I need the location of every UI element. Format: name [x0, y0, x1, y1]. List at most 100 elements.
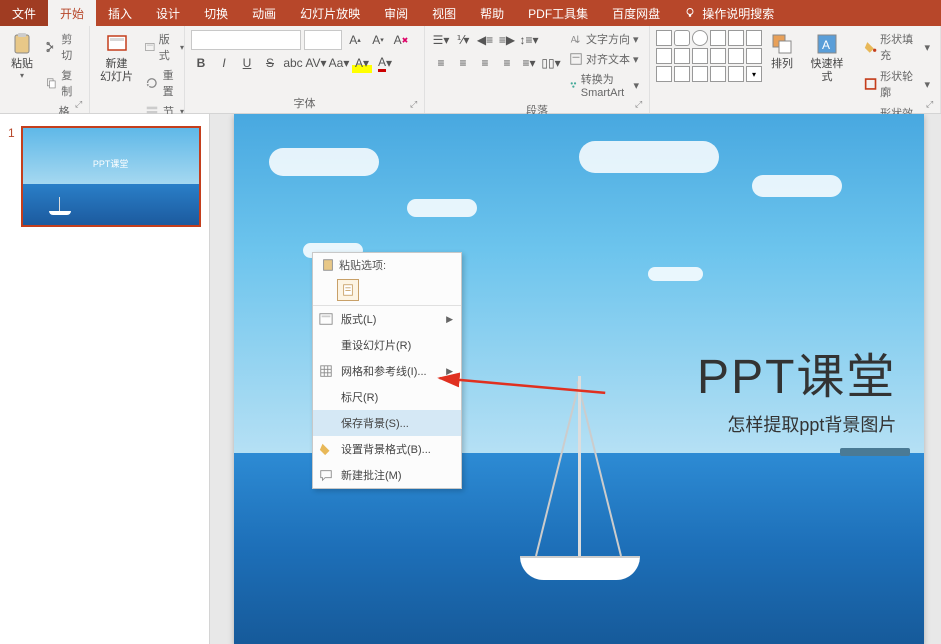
- paragraph-dialog-launcher[interactable]: ⤢: [635, 99, 647, 111]
- shape-more4[interactable]: [710, 66, 726, 82]
- columns-button[interactable]: ▯▯▾: [541, 53, 561, 73]
- menu-save-background[interactable]: 保存背景(S)...: [313, 410, 461, 436]
- slide-title-text[interactable]: PPT课堂: [697, 337, 896, 407]
- decrease-indent-button[interactable]: ◀≡: [475, 30, 495, 50]
- shape-line[interactable]: [746, 30, 762, 46]
- shape-expand[interactable]: ▾: [746, 66, 762, 82]
- shape-rect[interactable]: [656, 30, 672, 46]
- copy-button[interactable]: 复制: [42, 66, 83, 100]
- text-direction-icon: A: [569, 32, 583, 46]
- paste-options-row: [313, 277, 461, 306]
- shape-more2[interactable]: [674, 66, 690, 82]
- shape-triangle[interactable]: [710, 30, 726, 46]
- char-spacing-button[interactable]: AV▾: [306, 53, 326, 73]
- bold-button[interactable]: B: [191, 53, 211, 73]
- clipboard-small-icon: [321, 258, 335, 272]
- shape-connector[interactable]: [656, 48, 672, 64]
- shape-more1[interactable]: [656, 66, 672, 82]
- group-paragraph: ☰▾ ⅟▾ ◀≡ ≡▶ ↕≡▾ ≡ ≡ ≡ ≡ ≡▾ ▯▯▾ A: [425, 26, 650, 113]
- tell-me-search[interactable]: 操作说明搜索: [672, 0, 786, 26]
- format-bg-icon: [319, 442, 333, 456]
- tab-baidu[interactable]: 百度网盘: [600, 0, 672, 26]
- change-case-button[interactable]: Aa▾: [329, 53, 349, 73]
- arrange-icon: [770, 32, 794, 56]
- shape-outline-button[interactable]: 形状轮廓▾: [860, 67, 934, 101]
- text-direction-button[interactable]: A 文字方向▾: [565, 30, 643, 48]
- clipboard-icon: [10, 32, 34, 56]
- tab-file[interactable]: 文件: [0, 0, 48, 26]
- clipboard-dialog-launcher[interactable]: ⤢: [75, 99, 87, 111]
- font-dialog-launcher[interactable]: ⤢: [410, 99, 422, 111]
- drawing-dialog-launcher[interactable]: ⤢: [926, 99, 938, 111]
- tab-help[interactable]: 帮助: [468, 0, 516, 26]
- highlight-button[interactable]: A▾: [352, 53, 372, 73]
- distribute-button[interactable]: ≡▾: [519, 53, 539, 73]
- increase-indent-button[interactable]: ≡▶: [497, 30, 517, 50]
- paste-keep-formatting[interactable]: [337, 279, 359, 301]
- thumbnail-image[interactable]: PPT课堂: [21, 126, 201, 227]
- tab-insert[interactable]: 插入: [96, 0, 144, 26]
- tab-view[interactable]: 视图: [420, 0, 468, 26]
- align-text-button[interactable]: 对齐文本▾: [565, 50, 643, 68]
- font-color-button[interactable]: A▾: [375, 53, 395, 73]
- shape-hexagon[interactable]: [728, 48, 744, 64]
- decrease-font-button[interactable]: A▾: [368, 30, 388, 50]
- menu-layout[interactable]: 版式(L)▶: [313, 306, 461, 332]
- ribbon: 粘贴 ▾ 剪切 复制 格式刷 剪贴板 ⤢: [0, 26, 941, 114]
- justify-button[interactable]: ≡: [497, 53, 517, 73]
- shadow-button[interactable]: abc: [283, 53, 303, 73]
- shape-oval[interactable]: [692, 30, 708, 46]
- italic-button[interactable]: I: [214, 53, 234, 73]
- layout-menu-icon: [319, 312, 333, 326]
- menu-new-comment[interactable]: 新建批注(M): [313, 462, 461, 488]
- arrange-button[interactable]: 排列: [766, 30, 798, 73]
- paste-button[interactable]: 粘贴 ▾: [6, 30, 38, 82]
- align-center-button[interactable]: ≡: [453, 53, 473, 73]
- tab-slideshow[interactable]: 幻灯片放映: [288, 0, 372, 26]
- shape-callout[interactable]: [746, 48, 762, 64]
- align-left-button[interactable]: ≡: [431, 53, 451, 73]
- quick-styles-button[interactable]: A 快速样式: [802, 30, 852, 86]
- shapes-gallery[interactable]: ▾: [656, 30, 762, 82]
- slide-thumbnail-1[interactable]: 1 PPT课堂: [8, 126, 201, 227]
- line-spacing-button[interactable]: ↕≡▾: [519, 30, 539, 50]
- tab-home[interactable]: 开始: [48, 0, 96, 26]
- numbering-button[interactable]: ⅟▾: [453, 30, 473, 50]
- shape-more5[interactable]: [728, 66, 744, 82]
- smartart-icon: [569, 78, 578, 92]
- shape-star[interactable]: [692, 48, 708, 64]
- layout-button[interactable]: 版式▾: [141, 30, 188, 64]
- increase-font-button[interactable]: A▴: [345, 30, 365, 50]
- underline-button[interactable]: U: [237, 53, 257, 73]
- clear-format-button[interactable]: A✖: [391, 30, 411, 50]
- reset-button[interactable]: 重置: [141, 66, 188, 100]
- shape-arrow[interactable]: [728, 30, 744, 46]
- group-font: A▴ A▾ A✖ B I U S abc AV▾ Aa▾ A▾ A▾ 字体 ⤢: [185, 26, 425, 113]
- strike-button[interactable]: S: [260, 53, 280, 73]
- slide-subtitle-text[interactable]: 怎样提取ppt背景图片: [727, 411, 896, 437]
- align-right-button[interactable]: ≡: [475, 53, 495, 73]
- shape-more3[interactable]: [692, 66, 708, 82]
- shape-pentagon[interactable]: [710, 48, 726, 64]
- tab-design[interactable]: 设计: [144, 0, 192, 26]
- menu-ruler[interactable]: 标尺(R): [313, 384, 461, 410]
- tab-pdf[interactable]: PDF工具集: [516, 0, 600, 26]
- bullets-button[interactable]: ☰▾: [431, 30, 451, 50]
- new-slide-button[interactable]: 新建 幻灯片: [96, 30, 137, 86]
- shape-brace[interactable]: [674, 48, 690, 64]
- menu-format-background[interactable]: 设置背景格式(B)...: [313, 436, 461, 462]
- smartart-button[interactable]: 转换为 SmartArt▾: [565, 70, 643, 100]
- font-name-combo[interactable]: [191, 30, 301, 50]
- tab-bar: 文件 开始 插入 设计 切换 动画 幻灯片放映 审阅 视图 帮助 PDF工具集 …: [0, 0, 941, 26]
- outline-icon: [864, 77, 877, 91]
- tab-animations[interactable]: 动画: [240, 0, 288, 26]
- tab-review[interactable]: 审阅: [372, 0, 420, 26]
- styles-icon: A: [815, 32, 839, 56]
- thumbnail-panel[interactable]: 1 PPT课堂: [0, 114, 210, 644]
- font-size-combo[interactable]: [304, 30, 342, 50]
- scissors-icon: [46, 40, 57, 54]
- cut-button[interactable]: 剪切: [42, 30, 83, 64]
- shape-fill-button[interactable]: 形状填充▾: [860, 30, 934, 64]
- tab-transitions[interactable]: 切换: [192, 0, 240, 26]
- shape-rect-round[interactable]: [674, 30, 690, 46]
